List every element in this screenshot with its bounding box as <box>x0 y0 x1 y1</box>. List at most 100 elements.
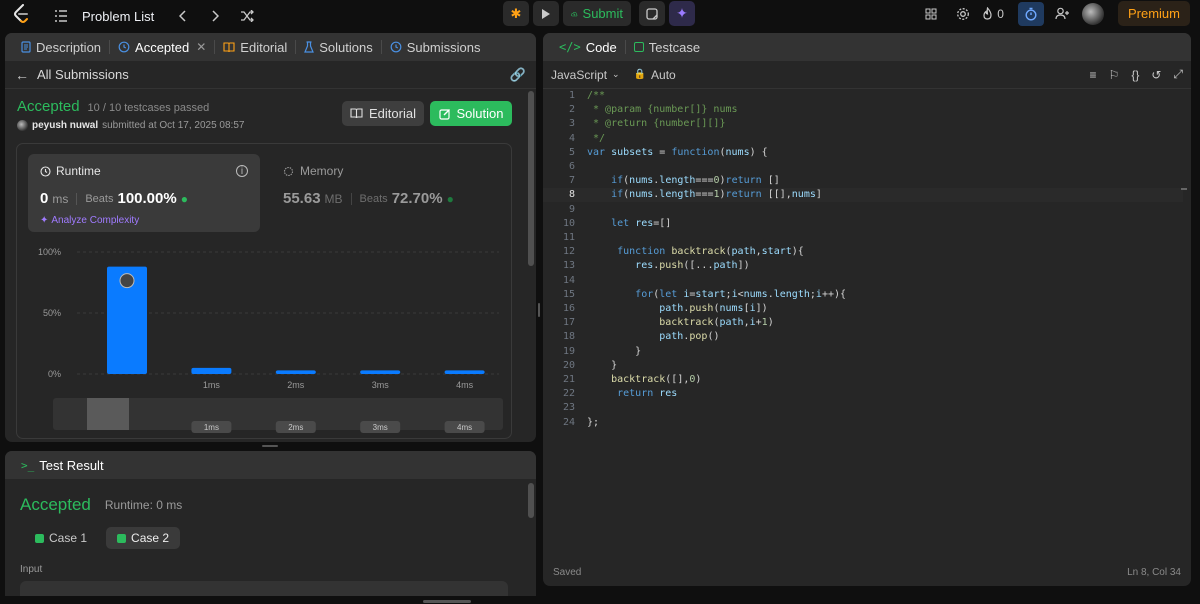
code-line[interactable]: 1 /** <box>543 89 1183 103</box>
tab-accepted-label: Accepted <box>135 39 190 55</box>
case-2-label: Case 2 <box>131 531 170 545</box>
line-number: 9 <box>568 203 575 215</box>
tab-code[interactable]: </> Code <box>553 33 623 61</box>
add-friend-icon[interactable] <box>1050 2 1076 26</box>
case-tab-1[interactable]: Case 1 <box>24 527 98 549</box>
chart-range-handle[interactable] <box>87 398 129 430</box>
code-line[interactable]: 15 for(let i=start;i<nums.length;i++){ <box>543 288 1183 302</box>
language-select[interactable]: JavaScript ⌄ <box>551 68 620 82</box>
tab-testcase[interactable]: Testcase <box>628 33 706 61</box>
solution-button-label: Solution <box>456 106 504 121</box>
history-icon <box>118 41 130 53</box>
code-line[interactable]: 17 backtrack(path,i+1) <box>543 316 1183 330</box>
tab-editorial-label: Editorial <box>240 39 288 55</box>
code-line[interactable]: 18 path.pop() <box>543 330 1183 344</box>
submit-button[interactable]: Submit <box>563 1 631 26</box>
run-button[interactable] <box>533 1 559 26</box>
code-line[interactable]: 14 <box>543 274 1183 288</box>
streak-counter[interactable]: 0 <box>982 7 1004 21</box>
chart-bar[interactable] <box>444 370 485 374</box>
tab-submissions[interactable]: Submissions <box>384 33 487 61</box>
reset-icon[interactable]: ↺ <box>1151 68 1161 82</box>
code-line[interactable]: 2 * @param {number[]} nums <box>543 103 1183 117</box>
chevron-right-icon[interactable] <box>202 4 228 28</box>
code-line[interactable]: 12 function backtrack(path,start){ <box>543 245 1183 259</box>
tab-editorial[interactable]: Editorial <box>217 33 293 61</box>
notes-button[interactable] <box>639 1 665 26</box>
premium-button[interactable]: Premium <box>1117 1 1190 26</box>
braces-icon[interactable]: {} <box>1131 68 1139 82</box>
gear-icon[interactable] <box>950 2 976 26</box>
code-line[interactable]: 16 path.push(nums[i]) <box>543 302 1183 316</box>
format-icon[interactable]: ≡ <box>1090 68 1097 82</box>
ai-assistant-button[interactable]: ✦ <box>669 1 695 26</box>
leetcode-logo-icon[interactable] <box>13 4 29 24</box>
bottom-drag-handle[interactable] <box>423 600 471 603</box>
list-icon[interactable] <box>48 4 74 28</box>
back-to-submissions[interactable]: ← All Submissions <box>15 67 129 83</box>
tab-solutions[interactable]: Solutions <box>298 33 378 61</box>
code-line[interactable]: 6 <box>543 160 1183 174</box>
code-line[interactable]: 7 if(nums.length===0)return [] <box>543 174 1183 188</box>
code-line[interactable]: 4 */ <box>543 132 1183 146</box>
scrollbar[interactable] <box>528 91 534 266</box>
code-text: res.push([...path]) <box>635 260 750 272</box>
resize-handle-horizontal[interactable] <box>262 445 278 447</box>
chart-bar[interactable] <box>275 370 316 374</box>
tab-accepted[interactable]: Accepted ✕ <box>112 33 212 61</box>
info-icon[interactable]: i <box>236 165 248 177</box>
tab-test-result[interactable]: >_ Test Result <box>15 451 110 479</box>
code-line[interactable]: 20 } <box>543 359 1183 373</box>
code-line[interactable]: 22 return res <box>543 387 1183 401</box>
code-line[interactable]: 9 <box>543 203 1183 217</box>
code-icon: </> <box>559 40 581 54</box>
chart-bar[interactable] <box>360 370 401 374</box>
tab-description[interactable]: Description <box>15 33 107 61</box>
memory-title: Memory <box>300 164 344 178</box>
auto-mode-toggle[interactable]: 🔒 Auto <box>634 68 676 82</box>
clock-icon <box>40 165 51 177</box>
layout-grid-icon[interactable] <box>918 2 944 26</box>
case-tab-2[interactable]: Case 2 <box>106 527 181 549</box>
code-panel: </> Code Testcase JavaScript ⌄ 🔒 Auto ≡ … <box>543 33 1191 586</box>
code-line[interactable]: 5 var subsets = function(nums) { <box>543 146 1183 160</box>
checkbox-icon <box>633 42 644 52</box>
shuffle-icon[interactable] <box>234 4 260 28</box>
edit-icon <box>438 108 450 120</box>
editorial-button[interactable]: Editorial <box>342 101 424 126</box>
code-line[interactable]: 10 let res=[] <box>543 217 1183 231</box>
code-line[interactable]: 11 <box>543 231 1183 245</box>
book-icon <box>350 108 363 119</box>
code-line[interactable]: 21 backtrack([],0) <box>543 373 1183 387</box>
memory-value: 55.63 <box>283 190 321 207</box>
code-line[interactable]: 19 } <box>543 345 1183 359</box>
submitter-name[interactable]: peyush nuwal <box>32 120 98 131</box>
runtime-card[interactable]: Runtime i 0 ms Beats 100.00% ● ✦ Analyze… <box>28 154 260 232</box>
chart-x-tick: 3ms <box>372 380 390 390</box>
memory-card[interactable]: Memory 55.63 MB Beats 72.70% ● <box>283 154 493 232</box>
line-number: 16 <box>562 303 575 314</box>
timer-icon[interactable] <box>1017 1 1044 26</box>
close-icon[interactable]: ✕ <box>196 40 206 54</box>
code-line[interactable]: 3 * @return {number[][]} <box>543 117 1183 131</box>
debug-button[interactable]: ✱ <box>503 1 529 26</box>
problem-list-link[interactable]: Problem List <box>82 9 154 24</box>
chart-y-tick: 100% <box>38 247 61 257</box>
bookmark-icon[interactable]: ⚐ <box>1109 68 1120 82</box>
code-editor[interactable]: 1/** 2 * @param {number[]} nums 3 * @retur… <box>543 89 1191 559</box>
code-line[interactable]: 23 <box>543 401 1183 415</box>
solution-button[interactable]: Solution <box>430 101 512 126</box>
code-line[interactable]: 13 res.push([...path]) <box>543 259 1183 273</box>
chevron-left-icon[interactable] <box>170 4 196 28</box>
expand-icon[interactable]: ⤢ <box>1173 67 1183 82</box>
link-icon[interactable]: 🔗 <box>510 67 526 83</box>
user-avatar[interactable] <box>1081 2 1104 25</box>
tab-divider <box>109 40 111 54</box>
resize-handle-vertical[interactable] <box>538 303 540 317</box>
chart-bar[interactable] <box>191 367 232 374</box>
chart-range-label: 3ms <box>373 423 388 432</box>
scrollbar[interactable] <box>528 483 534 518</box>
code-line[interactable]: 8 if(nums.length===1)return [[],nums] <box>543 188 1183 203</box>
analyze-complexity-link[interactable]: ✦ Analyze Complexity <box>40 215 248 226</box>
code-line[interactable]: 24}; <box>543 416 1183 430</box>
